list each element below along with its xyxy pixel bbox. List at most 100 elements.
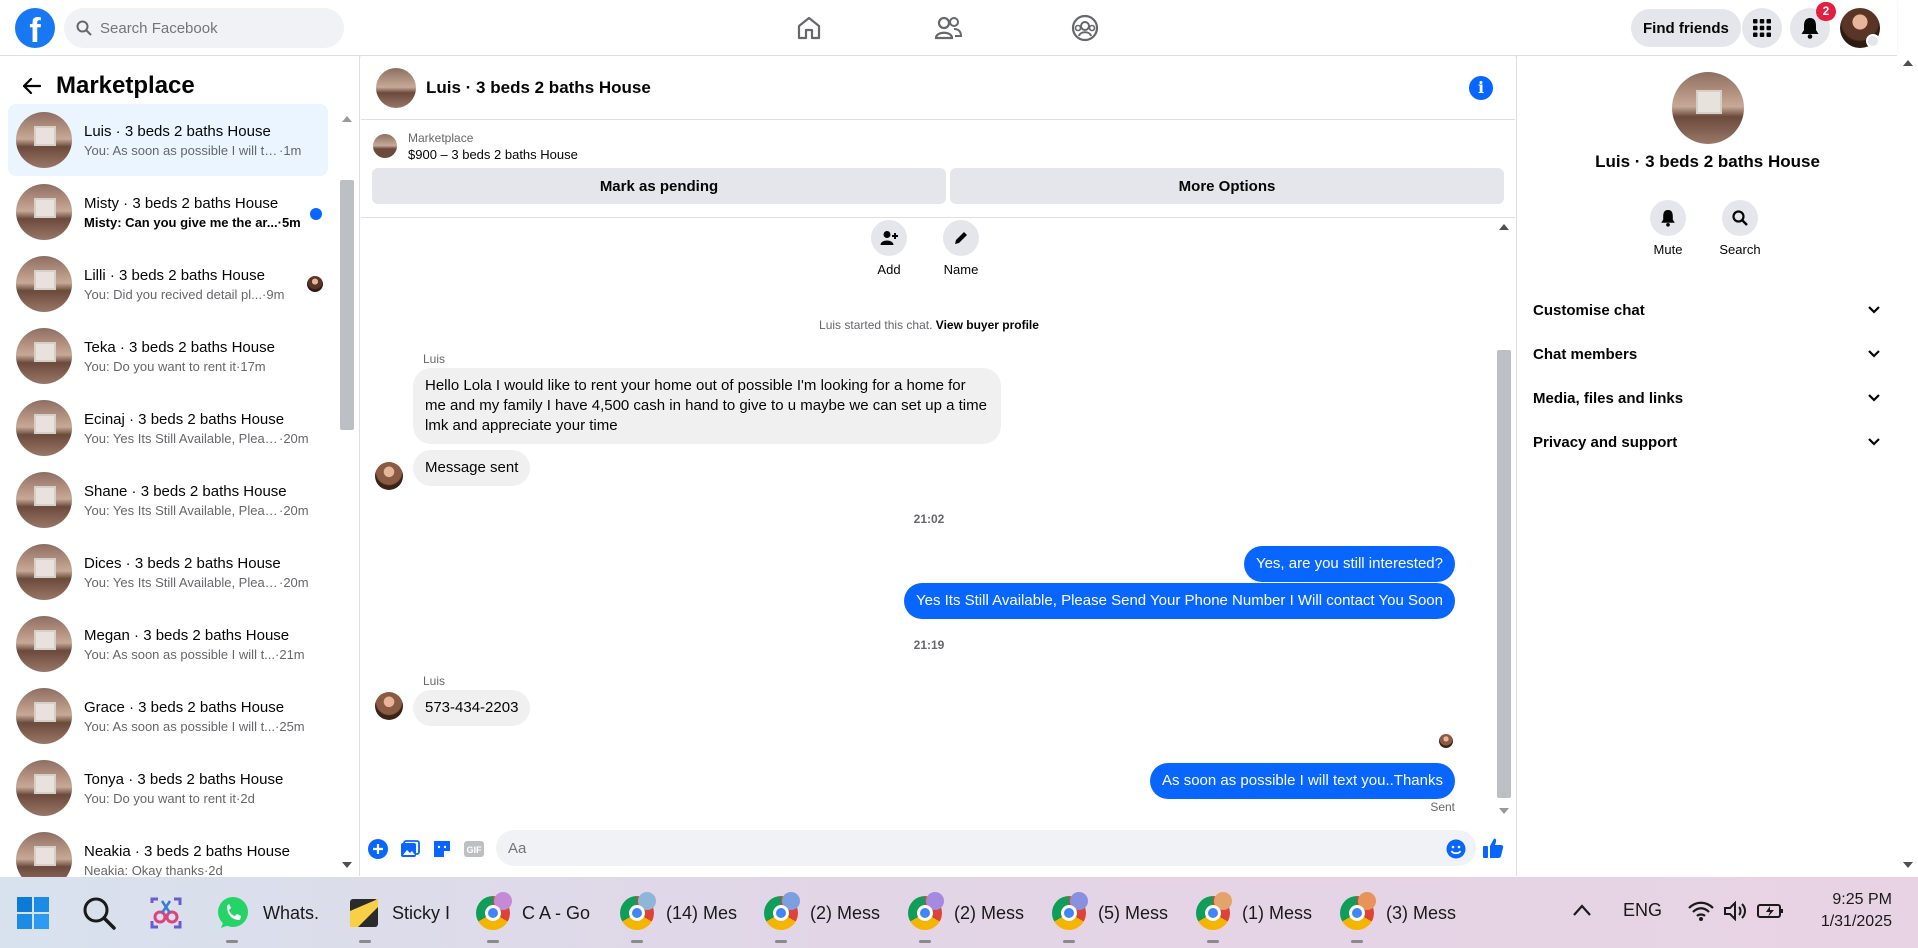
- language-indicator[interactable]: ENG: [1623, 900, 1662, 921]
- scroll-down-arrow-icon[interactable]: [1499, 808, 1509, 814]
- search-in-chat-action[interactable]: Search: [1710, 200, 1770, 257]
- incoming-message[interactable]: 573-434-2203: [413, 690, 531, 726]
- edit-name-action[interactable]: Name: [931, 220, 991, 277]
- scroll-down-arrow-icon[interactable]: [342, 862, 352, 868]
- listing-detail[interactable]: $900 – 3 beds 2 baths House: [408, 147, 578, 162]
- conversation-text: Dices · 3 beds 2 baths House You: Yes Its…: [84, 555, 316, 590]
- conversation-text: Shane · 3 beds 2 baths House You: Yes Its…: [84, 483, 316, 518]
- search-box[interactable]: [64, 8, 344, 48]
- conversation-name: Megan · 3 beds 2 baths House: [84, 626, 290, 644]
- scroll-up-arrow-icon[interactable]: [1903, 60, 1913, 66]
- mark-as-pending-button[interactable]: Mark as pending: [372, 168, 946, 204]
- home-icon[interactable]: [793, 12, 825, 44]
- more-options-button[interactable]: More Options: [950, 168, 1504, 204]
- battery-charging-icon[interactable]: [1757, 901, 1785, 926]
- outgoing-message[interactable]: Yes Its Still Available, Please Send You…: [903, 583, 1455, 619]
- plus-icon[interactable]: [366, 837, 390, 861]
- scroll-up-arrow-icon[interactable]: [342, 116, 352, 122]
- sender-avatar[interactable]: [375, 462, 403, 490]
- conversation-item[interactable]: Misty · 3 beds 2 baths House Misty: Can y…: [8, 176, 328, 248]
- listing-thumbnail[interactable]: [373, 134, 397, 158]
- sidebar-scroll-thumb[interactable]: [340, 180, 354, 430]
- profile-avatar[interactable]: [1672, 72, 1744, 144]
- chat-avatar[interactable]: [376, 67, 416, 108]
- conversation-item[interactable]: Grace · 3 beds 2 baths House You: As soon…: [8, 680, 328, 752]
- conversation-item[interactable]: Megan · 3 beds 2 baths House You: As soon…: [8, 608, 328, 680]
- info-section-privacy-and-support[interactable]: Privacy and support: [1525, 420, 1889, 464]
- sticker-icon[interactable]: [430, 837, 454, 861]
- groups-icon[interactable]: [1069, 12, 1101, 44]
- chat-scrollbar[interactable]: [1495, 220, 1513, 820]
- taskbar-chrome-window[interactable]: (14) Mes: [620, 891, 737, 935]
- info-icon[interactable]: i: [1469, 76, 1493, 100]
- listing-source-label: Marketplace: [408, 131, 474, 145]
- timestamp-separator: 21:02: [913, 512, 945, 526]
- add-people-action[interactable]: Add: [859, 220, 919, 277]
- outgoing-message[interactable]: Yes, are you still interested?: [1243, 546, 1455, 582]
- conversation-avatar: [16, 760, 72, 816]
- info-section-chat-members[interactable]: Chat members: [1525, 332, 1889, 376]
- conversation-item[interactable]: Teka · 3 beds 2 baths House You: Do you w…: [8, 320, 328, 392]
- photo-icon[interactable]: [398, 837, 422, 861]
- emoji-icon[interactable]: [1444, 837, 1468, 861]
- conversation-preview: You: Do you want to rent it ·17m: [84, 359, 316, 374]
- facebook-logo[interactable]: f: [15, 8, 55, 48]
- info-section-media-files-and-links[interactable]: Media, files and links: [1525, 376, 1889, 420]
- scroll-up-arrow-icon[interactable]: [1499, 224, 1509, 230]
- conversation-item[interactable]: Luis · 3 beds 2 baths House You: As soon …: [8, 104, 328, 176]
- snipping-tool-button[interactable]: [148, 891, 184, 935]
- taskbar-chrome-window[interactable]: (3) Mess: [1340, 891, 1456, 935]
- account-caret-icon[interactable]: [1866, 34, 1880, 48]
- outgoing-message[interactable]: As soon as possible I will text you..Tha…: [1150, 763, 1455, 799]
- like-thumb-icon[interactable]: [1481, 836, 1505, 860]
- conversation-name: Luis · 3 beds 2 baths House: [84, 122, 271, 140]
- start-button[interactable]: [16, 891, 50, 935]
- chat-title[interactable]: Luis · 3 beds 2 baths House: [426, 78, 651, 98]
- system-clock[interactable]: 9:25 PM 1/31/2025: [1821, 889, 1892, 933]
- conversation-avatar: [16, 400, 72, 456]
- conversation-item[interactable]: Lilli · 3 beds 2 baths House You: Did you…: [8, 248, 328, 320]
- search-input[interactable]: [100, 19, 320, 37]
- conversation-item[interactable]: Dices · 3 beds 2 baths House You: Yes Its…: [8, 536, 328, 608]
- friends-icon[interactable]: [932, 12, 964, 44]
- page-scrollbar[interactable]: [1898, 56, 1918, 876]
- mute-label: Mute: [1653, 242, 1683, 257]
- taskbar-sticky-notes[interactable]: Sticky I: [348, 891, 450, 935]
- profile-name: Luis · 3 beds 2 baths House: [1595, 152, 1820, 171]
- taskbar-chrome-window[interactable]: (2) Mess: [764, 891, 880, 935]
- taskbar-chrome-window[interactable]: (5) Mess: [1052, 891, 1168, 935]
- sender-avatar[interactable]: [375, 692, 403, 720]
- taskbar-chrome-window[interactable]: C A - Go: [476, 891, 590, 935]
- volume-icon[interactable]: [1723, 900, 1749, 926]
- sidebar-scrollbar[interactable]: [338, 108, 356, 874]
- chrome-profile-icon: [926, 892, 944, 910]
- scroll-down-arrow-icon[interactable]: [1903, 862, 1913, 868]
- taskbar-chrome-window[interactable]: (1) Mess: [1196, 891, 1312, 935]
- conversation-name: Tonya · 3 beds 2 baths House: [84, 770, 284, 788]
- incoming-message[interactable]: Message sent: [413, 450, 531, 486]
- conversation-last-message: You: Do you want to rent it: [84, 358, 237, 374]
- wifi-icon[interactable]: [1688, 901, 1714, 926]
- chat-scroll-thumb[interactable]: [1497, 350, 1511, 798]
- conversation-item[interactable]: Shane · 3 beds 2 baths House You: Yes Its…: [8, 464, 328, 536]
- apps-menu-button[interactable]: [1742, 8, 1782, 48]
- running-indicator: [919, 940, 931, 943]
- gif-icon[interactable]: GIF: [462, 837, 486, 861]
- incoming-message[interactable]: Hello Lola I would like to rent your hom…: [413, 368, 1001, 444]
- show-hidden-icons-chevron-icon[interactable]: [1572, 901, 1592, 922]
- view-buyer-profile-link[interactable]: View buyer profile: [936, 318, 1039, 332]
- find-friends-button[interactable]: Find friends: [1631, 9, 1741, 47]
- running-indicator: [1207, 940, 1219, 943]
- taskbar-whatsapp[interactable]: Whats.: [215, 891, 319, 935]
- conversation-name: Neakia · 3 beds 2 baths House: [84, 842, 290, 860]
- message-input[interactable]: [496, 830, 1476, 866]
- conversation-item[interactable]: Tonya · 3 beds 2 baths House You: Do you …: [8, 752, 328, 824]
- info-section-customise-chat[interactable]: Customise chat: [1525, 288, 1889, 332]
- mute-action[interactable]: Mute: [1638, 200, 1698, 257]
- conversation-item[interactable]: Ecinaj · 3 beds 2 baths House You: Yes It…: [8, 392, 328, 464]
- taskbar-search-button[interactable]: [82, 891, 116, 935]
- back-arrow-icon[interactable]: [12, 66, 52, 106]
- conversation-last-message: You: Yes Its Still Available, Pleas...: [84, 574, 279, 590]
- taskbar-chrome-window[interactable]: (2) Mess: [908, 891, 1024, 935]
- conversation-time: ·9m: [262, 286, 285, 302]
